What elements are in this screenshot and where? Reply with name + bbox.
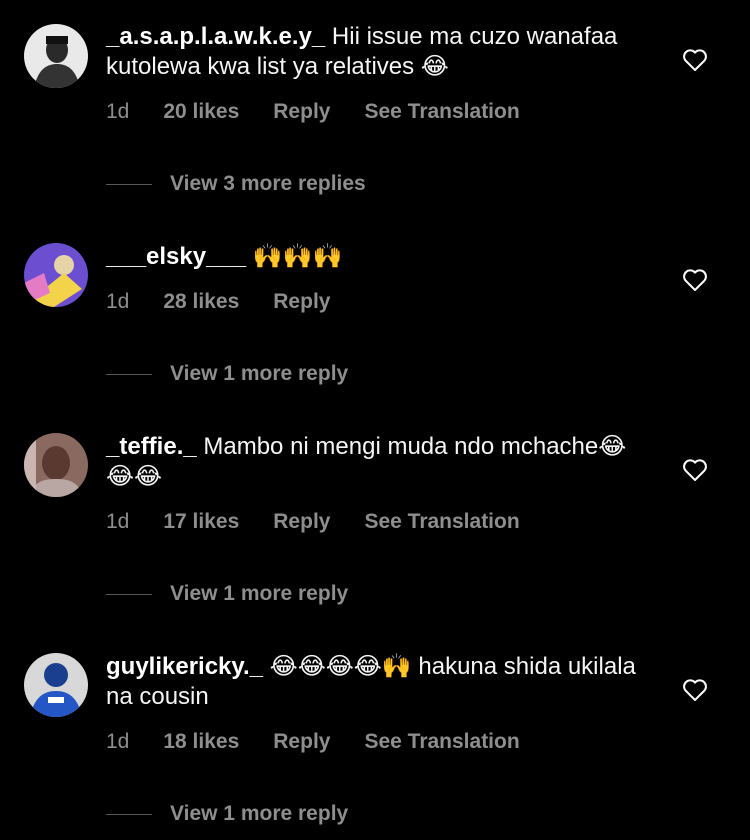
like-heart-icon[interactable]: [682, 48, 707, 72]
comment-text: guylikericky._ 😂😂😂😂🙌 hakuna shida ukilal…: [106, 652, 636, 712]
comment-time: 1d: [106, 100, 130, 123]
comment-likes[interactable]: 18 likes: [163, 730, 239, 754]
comment-username[interactable]: _teffie._: [106, 433, 197, 460]
comment-text: ___elsky___ 🙌🙌🙌: [106, 242, 636, 272]
view-replies-button[interactable]: View 3 more replies: [106, 172, 366, 196]
avatar[interactable]: [24, 243, 88, 307]
avatar[interactable]: [24, 653, 88, 717]
divider-line: [106, 813, 152, 815]
comment-time: 1d: [106, 510, 130, 533]
avatar[interactable]: [24, 433, 88, 497]
view-replies-label[interactable]: View 1 more reply: [170, 802, 348, 826]
view-replies-label[interactable]: View 3 more replies: [170, 172, 366, 196]
like-heart-icon[interactable]: [682, 458, 707, 482]
avatar[interactable]: [24, 24, 88, 88]
see-translation-button[interactable]: See Translation: [364, 730, 519, 754]
see-translation-button[interactable]: See Translation: [364, 510, 519, 534]
comment-meta: 1d 18 likes Reply See Translation: [106, 730, 520, 754]
divider-line: [106, 373, 152, 375]
like-heart-icon[interactable]: [682, 678, 707, 702]
comment-time: 1d: [106, 730, 130, 753]
reply-button[interactable]: Reply: [273, 730, 330, 754]
comment-likes[interactable]: 28 likes: [163, 290, 239, 314]
reply-button[interactable]: Reply: [273, 510, 330, 534]
view-replies-button[interactable]: View 1 more reply: [106, 362, 348, 386]
comment-likes[interactable]: 20 likes: [163, 100, 239, 124]
like-heart-icon[interactable]: [682, 268, 707, 292]
view-replies-button[interactable]: View 1 more reply: [106, 802, 348, 826]
comment-username[interactable]: guylikericky._: [106, 653, 263, 680]
comment-meta: 1d 28 likes Reply: [106, 290, 364, 314]
comment-likes[interactable]: 17 likes: [163, 510, 239, 534]
comment-caption: 🙌🙌🙌: [252, 243, 343, 270]
divider-line: [106, 593, 152, 595]
comments-feed: _a.s.a.p.l.a.w.k.e.y_ Hii issue ma cuzo …: [0, 0, 750, 840]
comment-meta: 1d 20 likes Reply See Translation: [106, 100, 520, 124]
comment-username[interactable]: ___elsky___: [106, 243, 246, 270]
reply-button[interactable]: Reply: [273, 290, 330, 314]
view-replies-label[interactable]: View 1 more reply: [170, 362, 348, 386]
divider-line: [106, 183, 152, 185]
comment-text: _a.s.a.p.l.a.w.k.e.y_ Hii issue ma cuzo …: [106, 22, 636, 82]
view-replies-label[interactable]: View 1 more reply: [170, 582, 348, 606]
reply-button[interactable]: Reply: [273, 100, 330, 124]
comment-time: 1d: [106, 290, 130, 313]
see-translation-button[interactable]: See Translation: [364, 100, 519, 124]
comment-username[interactable]: _a.s.a.p.l.a.w.k.e.y_: [106, 23, 325, 50]
comment-meta: 1d 17 likes Reply See Translation: [106, 510, 520, 534]
view-replies-button[interactable]: View 1 more reply: [106, 582, 348, 606]
comment-text: _teffie._ Mambo ni mengi muda ndo mchach…: [106, 432, 636, 492]
